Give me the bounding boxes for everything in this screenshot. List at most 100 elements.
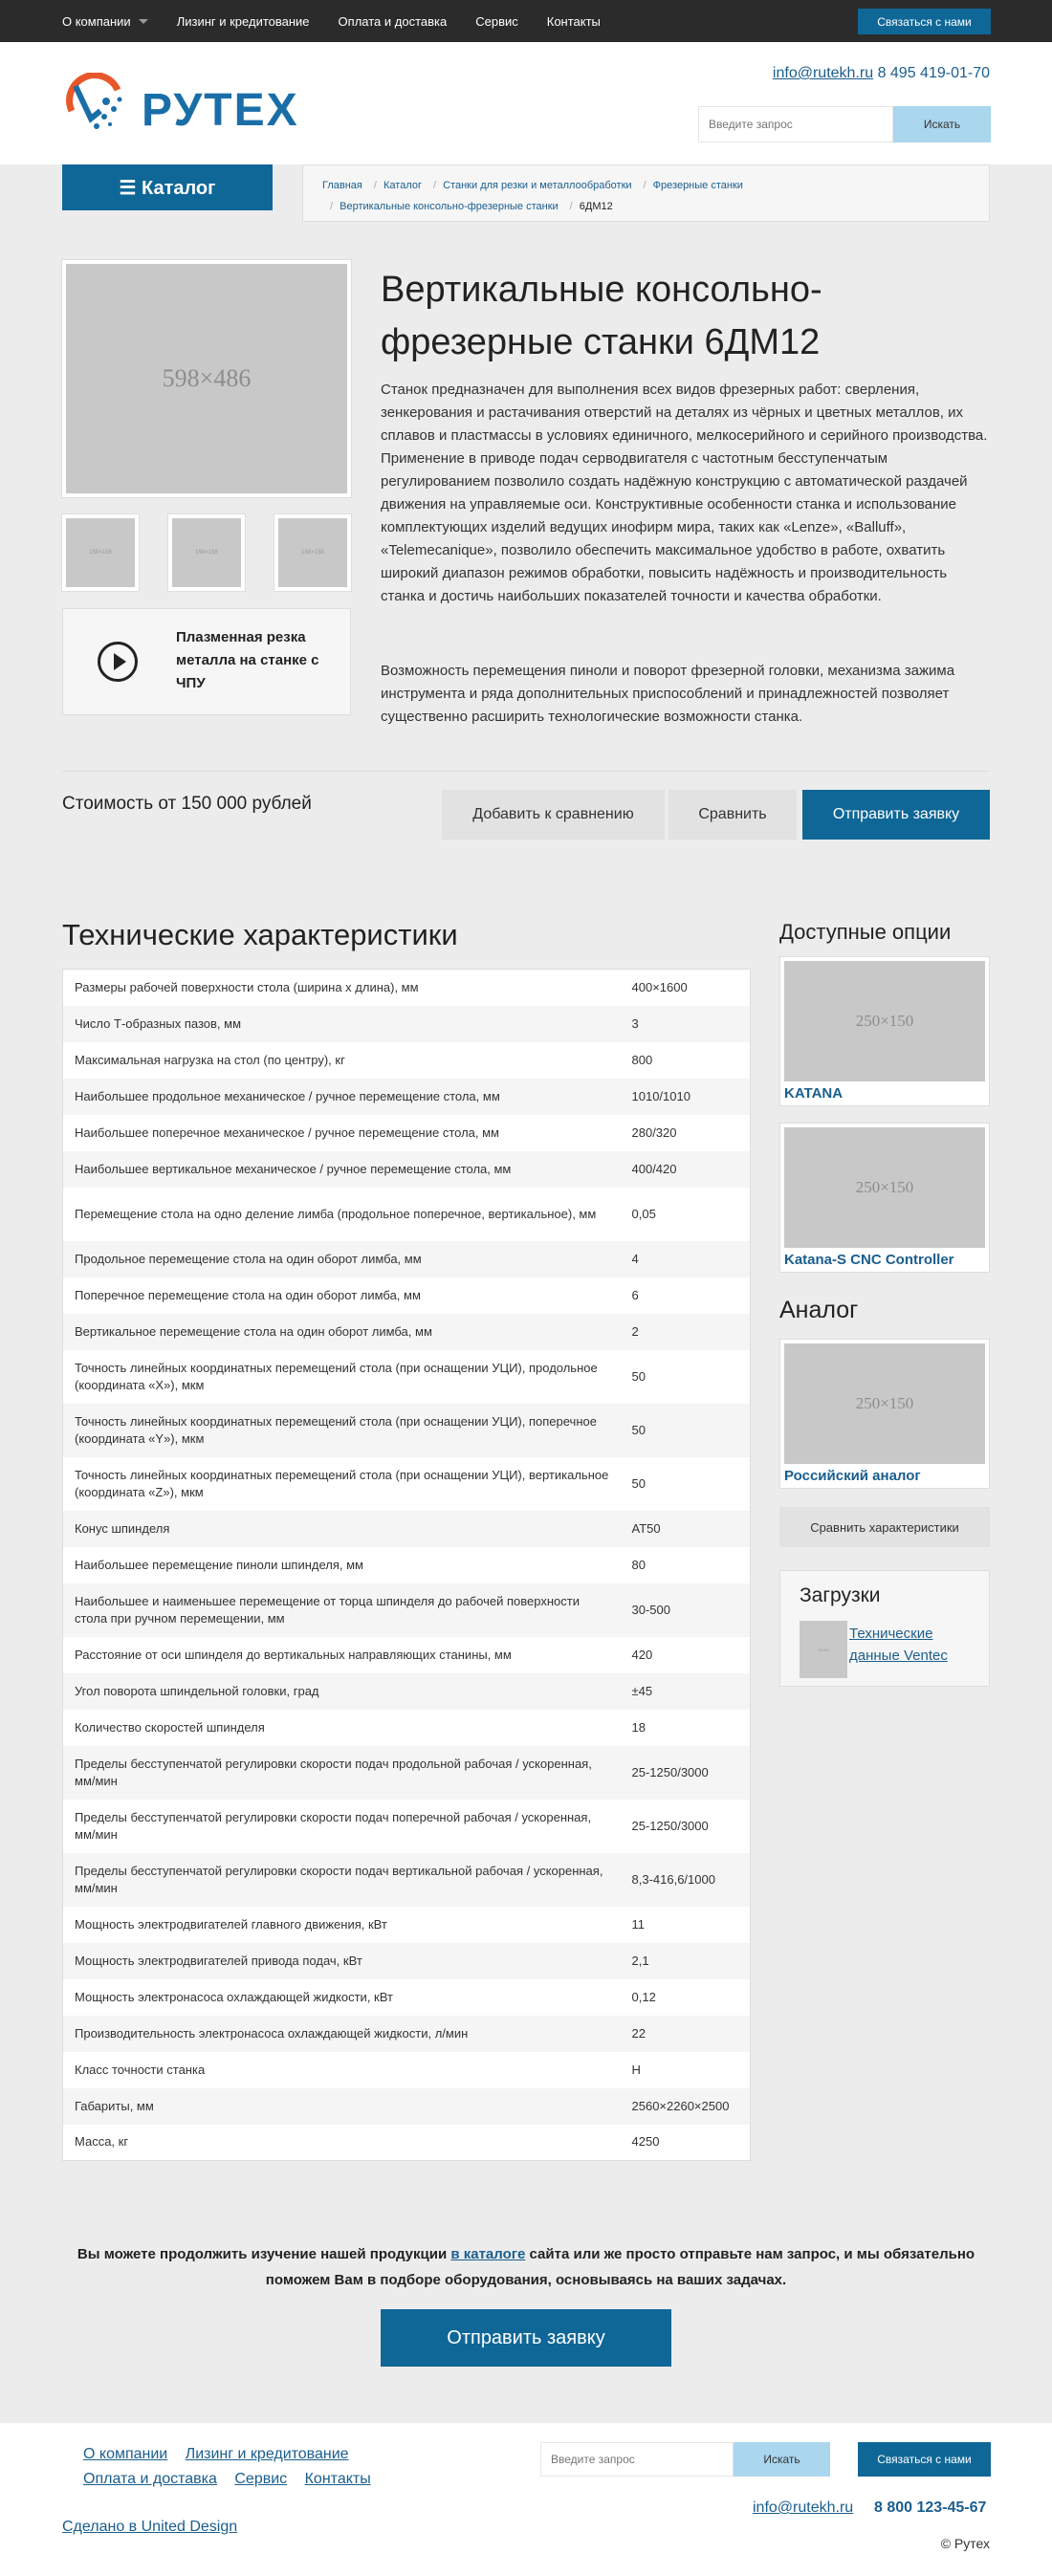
spec-name: Класс точности станка [75, 2062, 206, 2077]
top-nav-leasing[interactable]: Лизинг и кредитование [177, 14, 310, 29]
product-price: Стоимость от 150 000 рублей [62, 794, 312, 814]
spec-name: Расстояние от оси шпинделя до вертикальн… [75, 1647, 512, 1662]
spec-value: 400/420 [631, 1161, 677, 1176]
breadcrumb-separator: / [373, 180, 377, 191]
download-link[interactable]: Технические данные Ventec [849, 1623, 983, 1667]
spec-value: 50 [631, 1422, 646, 1437]
video-card[interactable]: Плазменная резка металла на станке с ЧПУ [62, 608, 351, 715]
breadcrumb-catalog[interactable]: Каталог [384, 180, 422, 191]
footer-contact-button[interactable]: Связаться с нами [858, 2442, 991, 2477]
footer-search-input[interactable] [540, 2442, 734, 2477]
header: РУТЕХ info@rutekh.ru 8 495 419-01-70 Иск… [0, 42, 1052, 164]
option-card-katana[interactable]: 250×150 KATANA [779, 956, 990, 1106]
option-card-katana-s[interactable]: 250×150 Katana-S CNC Controller [779, 1123, 990, 1273]
top-nav-contacts[interactable]: Контакты [547, 14, 601, 29]
footer-email-link[interactable]: info@rutekh.ru [753, 2500, 853, 2517]
table-row: Перемещение стола на одно деление лимба … [63, 1188, 751, 1241]
cta-catalog-link[interactable]: в каталоге [450, 2246, 525, 2262]
top-nav-delivery[interactable]: Оплата и доставка [339, 14, 448, 29]
table-row: Точность линейных координатных перемещен… [63, 1457, 751, 1511]
spec-value: 2 [631, 1323, 639, 1339]
contact-us-button[interactable]: Связаться с нами [858, 9, 991, 34]
analog-label[interactable]: Российский аналог [784, 1464, 985, 1484]
analog-card[interactable]: 250×150 Российский аналог [779, 1339, 990, 1489]
copyright: © Рутех [940, 2536, 990, 2551]
breadcrumb-home[interactable]: Главная [322, 180, 362, 191]
breadcrumb-milling[interactable]: Фрезерные станки [653, 180, 743, 191]
spec-value: 25-1250/3000 [631, 1764, 709, 1779]
table-row: Масса, кг 4250 [63, 2125, 751, 2161]
spec-value: 0,05 [631, 1206, 656, 1221]
spec-name: Число Т-образных пазов, мм [75, 1015, 242, 1031]
spec-value: 4250 [631, 2134, 660, 2150]
header-email-link[interactable]: info@rutekh.ru [773, 65, 873, 81]
spec-name: Габариты, мм [75, 2098, 154, 2113]
top-nav-about[interactable]: О компании [62, 14, 131, 29]
spec-name: Угол поворота шпиндельной головки, град [75, 1683, 319, 1698]
footer-phone-link[interactable]: 8 800 123-45-67 [874, 2500, 986, 2517]
product-main-image[interactable]: 598×486 [61, 259, 352, 498]
logo-text: РУТЕХ [142, 85, 299, 136]
spec-name: Размеры рабочей поверхности стола (ширин… [75, 979, 419, 994]
footer-nav-contacts[interactable]: Контакты [305, 2471, 371, 2487]
add-to-compare-button[interactable]: Добавить к сравнению [442, 790, 665, 840]
spec-name: Наибольшее поперечное механическое / руч… [75, 1124, 499, 1140]
made-by-link[interactable]: Сделано в United Design [62, 2519, 237, 2536]
analog-title: Аналог [779, 1297, 859, 1323]
spec-value: ±45 [631, 1683, 653, 1698]
spec-name: Точность линейных координатных перемещен… [75, 1413, 597, 1446]
table-row: Точность линейных координатных перемещен… [62, 1403, 751, 1457]
document-thumbnail: 50×60 [800, 1621, 847, 1678]
top-nav-service[interactable]: Сервис [475, 14, 518, 29]
table-row: Наибольшее поперечное механическое / руч… [63, 1115, 751, 1151]
spec-name: Продольное перемещение стола на один обо… [75, 1251, 422, 1266]
compare-specs-button[interactable]: Сравнить характеристики [779, 1507, 990, 1547]
breadcrumb-separator: / [643, 180, 647, 191]
footer-nav-service[interactable]: Сервис [234, 2471, 287, 2487]
spec-value: 18 [631, 1719, 646, 1735]
option-label[interactable]: Katana-S CNC Controller [784, 1248, 985, 1268]
search-input[interactable] [698, 106, 893, 142]
footer-nav: О компании Лизинг и кредитование Оплата … [83, 2442, 408, 2492]
table-row: Поперечное перемещение стола на один обо… [63, 1277, 751, 1314]
breadcrumb-vertical-milling[interactable]: Вертикальные консольно-фрезерные станки [340, 201, 559, 212]
table-row: Максимальная нагрузка на стол (по центру… [63, 1042, 751, 1079]
spec-name: Конус шпинделя [75, 1520, 170, 1536]
spec-name: Пределы бесступенчатой регулировки скоро… [75, 1756, 592, 1788]
compare-button[interactable]: Сравнить [668, 790, 797, 840]
video-title: Плазменная резка металла на станке с ЧПУ [176, 629, 319, 691]
table-row: Пределы бесступенчатой регулировки скоро… [62, 1745, 751, 1800]
footer-search: Искать [540, 2442, 830, 2477]
spec-name: Мощность электронасоса охлаждающей жидко… [75, 1989, 393, 2004]
header-phone-link[interactable]: 8 495 419-01-70 [878, 65, 990, 81]
send-request-button[interactable]: Отправить заявку [802, 790, 990, 840]
chevron-down-icon[interactable] [138, 18, 148, 24]
table-row: Класс точности станка Н [63, 2052, 751, 2088]
table-row: Точность линейных координатных перемещен… [63, 1350, 751, 1404]
product-thumbnail[interactable]: 158×158 [274, 513, 352, 592]
spec-name: Пределы бесступенчатой регулировки скоро… [75, 1809, 592, 1842]
spec-value: 0,12 [631, 1989, 656, 2004]
footer-nav-about[interactable]: О компании [83, 2446, 167, 2462]
product-thumbnail[interactable]: 158×158 [61, 513, 140, 592]
catalog-button[interactable]: ☰ Каталог [62, 164, 273, 210]
spec-value: 800 [631, 1052, 653, 1067]
footer-nav-leasing[interactable]: Лизинг и кредитование [186, 2446, 349, 2462]
cta-send-request-button[interactable]: Отправить заявку [381, 2309, 671, 2367]
table-row: Расстояние от оси шпинделя до вертикальн… [63, 1637, 751, 1673]
product-thumbnail[interactable]: 158×158 [167, 513, 246, 592]
spec-value: 2560×2260×2500 [631, 2098, 730, 2113]
play-icon[interactable] [98, 642, 138, 682]
downloads-box: Загрузки 50×60 Технические данные Ventec [779, 1570, 990, 1687]
analog-image: 250×150 [784, 1343, 985, 1464]
table-row: Мощность электродвигателей привода подач… [62, 1942, 751, 1979]
spec-value: 420 [631, 1647, 653, 1662]
footer-search-button[interactable]: Искать [734, 2442, 830, 2477]
search-button[interactable]: Искать [893, 106, 991, 142]
table-row: Мощность электродвигателей главного движ… [63, 1907, 751, 1943]
logo[interactable]: РУТЕХ [62, 61, 297, 147]
option-label[interactable]: KATANA [784, 1081, 985, 1102]
breadcrumb-cutting[interactable]: Станки для резки и металлообработки [443, 180, 631, 191]
footer-nav-delivery[interactable]: Оплата и доставка [83, 2471, 217, 2487]
table-row: Наибольшее перемещение пиноли шпинделя, … [63, 1547, 751, 1583]
